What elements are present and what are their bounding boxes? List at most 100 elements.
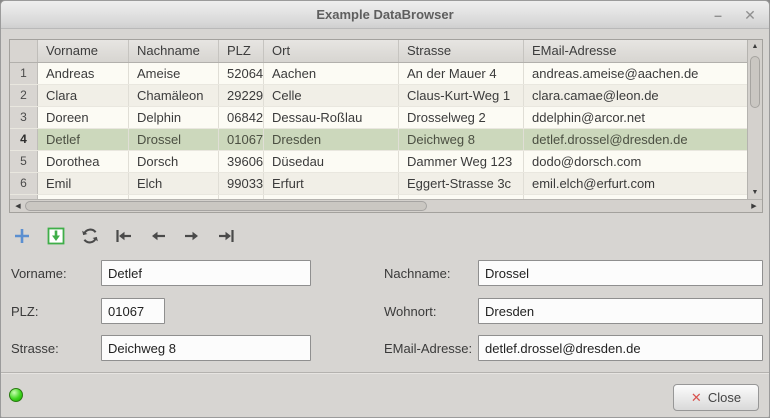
cell-strasse: Claus-Kurt-Weg 1 <box>399 85 524 106</box>
cell-strasse: Dammer Weg 123 <box>399 151 524 172</box>
minimize-button[interactable]: – <box>709 5 727 25</box>
cell-plz: 99033 <box>219 173 264 194</box>
table-row-selected[interactable]: 4 Detlef Drossel 01067 Dresden Deichweg … <box>10 129 747 151</box>
column-header-strasse[interactable]: Strasse <box>399 40 524 62</box>
cell-nachname: Ameise <box>129 63 219 84</box>
cell-nachname: Delphin <box>129 107 219 128</box>
row-number: 3 <box>10 107 38 128</box>
window-controls: – ✕ <box>709 5 759 25</box>
cell-plz: 06842 <box>219 107 264 128</box>
wohnort-label: Wohnort: <box>384 304 437 320</box>
table-row[interactable]: 3 Doreen Delphin 06842 Dessau-Roßlau Dro… <box>10 107 747 129</box>
cell-nachname: Elch <box>129 173 219 194</box>
row-number: 4 <box>10 129 38 150</box>
close-x-icon: ✕ <box>691 390 702 406</box>
table-row[interactable]: 2 Clara Chamäleon 29229 Celle Claus-Kurt… <box>10 85 747 107</box>
scroll-up-icon[interactable]: ▲ <box>748 40 762 53</box>
cell-plz: 29229 <box>219 85 264 106</box>
nachname-label: Nachname: <box>384 266 450 282</box>
cell-strasse: Eggert-Strasse 3c <box>399 173 524 194</box>
cell-vorname: Andreas <box>38 63 129 84</box>
table-header-row: Vorname Nachname PLZ Ort Strasse EMail-A… <box>10 40 747 63</box>
horizontal-scrollbar[interactable]: ◀ ▶ <box>10 199 762 212</box>
vorname-input[interactable] <box>101 260 311 286</box>
cell-ort: Dessau-Roßlau <box>264 107 399 128</box>
cell-strasse: Drosselweg 2 <box>399 107 524 128</box>
next-record-button[interactable] <box>179 223 204 249</box>
cell-vorname: Dorothea <box>38 151 129 172</box>
cell-ort: Düsedau <box>264 151 399 172</box>
refresh-icon <box>79 225 101 247</box>
cell-ort: Celle <box>264 85 399 106</box>
commit-icon <box>45 225 67 247</box>
row-number: 2 <box>10 85 38 106</box>
close-button[interactable]: ✕ Close <box>673 384 759 411</box>
email-input[interactable] <box>478 335 763 361</box>
vorname-label: Vorname: <box>11 266 67 282</box>
strasse-label: Strasse: <box>11 341 59 357</box>
arrow-left-icon <box>147 225 169 247</box>
column-header-plz[interactable]: PLZ <box>219 40 264 62</box>
first-record-button[interactable] <box>111 223 136 249</box>
refresh-button[interactable] <box>77 223 102 249</box>
previous-record-button[interactable] <box>145 223 170 249</box>
email-label: EMail-Adresse: <box>384 341 472 357</box>
cell-plz: 01067 <box>219 129 264 150</box>
record-toolbar <box>9 223 238 253</box>
table-row[interactable]: 5 Dorothea Dorsch 39606 Düsedau Dammer W… <box>10 151 747 173</box>
plz-label: PLZ: <box>11 304 38 320</box>
arrow-right-icon <box>181 225 203 247</box>
cell-vorname: Clara <box>38 85 129 106</box>
vertical-scrollbar[interactable]: ▲ ▼ <box>747 40 762 199</box>
horizontal-scrollbar-thumb[interactable] <box>25 201 427 211</box>
plus-icon <box>11 225 33 247</box>
plz-input[interactable] <box>101 298 165 324</box>
table-main: Vorname Nachname PLZ Ort Strasse EMail-A… <box>10 40 747 199</box>
wohnort-input[interactable] <box>478 298 763 324</box>
cell-email: dodo@dorsch.com <box>524 151 747 172</box>
row-number: 5 <box>10 151 38 172</box>
cell-nachname: Dorsch <box>129 151 219 172</box>
cell-email: ddelphin@arcor.net <box>524 107 747 128</box>
cell-nachname: Chamäleon <box>129 85 219 106</box>
close-window-button[interactable]: ✕ <box>741 5 759 25</box>
cell-ort: Dresden <box>264 129 399 150</box>
scroll-down-icon[interactable]: ▼ <box>748 186 762 199</box>
cell-vorname: Doreen <box>38 107 129 128</box>
cell-vorname: Emil <box>38 173 129 194</box>
row-number: 6 <box>10 173 38 194</box>
commit-changes-button[interactable] <box>43 223 68 249</box>
column-header-nachname[interactable]: Nachname <box>129 40 219 62</box>
scroll-right-icon[interactable]: ▶ <box>748 200 760 212</box>
vertical-scrollbar-thumb[interactable] <box>750 56 760 108</box>
column-header-vorname[interactable]: Vorname <box>38 40 129 62</box>
close-button-label: Close <box>708 390 741 405</box>
nachname-input[interactable] <box>478 260 763 286</box>
strasse-input[interactable] <box>101 335 311 361</box>
table-row[interactable]: 6 Emil Elch 99033 Erfurt Eggert-Strasse … <box>10 173 747 195</box>
column-header-email[interactable]: EMail-Adresse <box>524 40 747 62</box>
column-header-ort[interactable]: Ort <box>264 40 399 62</box>
cell-email: clara.camae@leon.de <box>524 85 747 106</box>
cell-email: emil.elch@erfurt.com <box>524 173 747 194</box>
row-number: 1 <box>10 63 38 84</box>
connection-led-icon <box>9 388 23 402</box>
cell-vorname: Detlef <box>38 129 129 150</box>
cell-plz: 39606 <box>219 151 264 172</box>
window-title: Example DataBrowser <box>1 7 769 22</box>
row-number-header <box>10 40 38 62</box>
scroll-left-icon[interactable]: ◀ <box>12 200 24 212</box>
last-record-button[interactable] <box>213 223 238 249</box>
titlebar: Example DataBrowser – ✕ <box>1 1 769 29</box>
table-row[interactable]: 1 Andreas Ameise 52064 Aachen An der Mau… <box>10 63 747 85</box>
cell-email: andreas.ameise@aachen.de <box>524 63 747 84</box>
cell-nachname: Drossel <box>129 129 219 150</box>
add-record-button[interactable] <box>9 223 34 249</box>
cell-plz: 52064 <box>219 63 264 84</box>
last-record-icon <box>215 225 237 247</box>
cell-email: detlef.drossel@dresden.de <box>524 129 747 150</box>
app-window: Example DataBrowser – ✕ Vorname Nachname… <box>0 0 770 418</box>
cell-strasse: An der Mauer 4 <box>399 63 524 84</box>
first-record-icon <box>113 225 135 247</box>
cell-ort: Aachen <box>264 63 399 84</box>
